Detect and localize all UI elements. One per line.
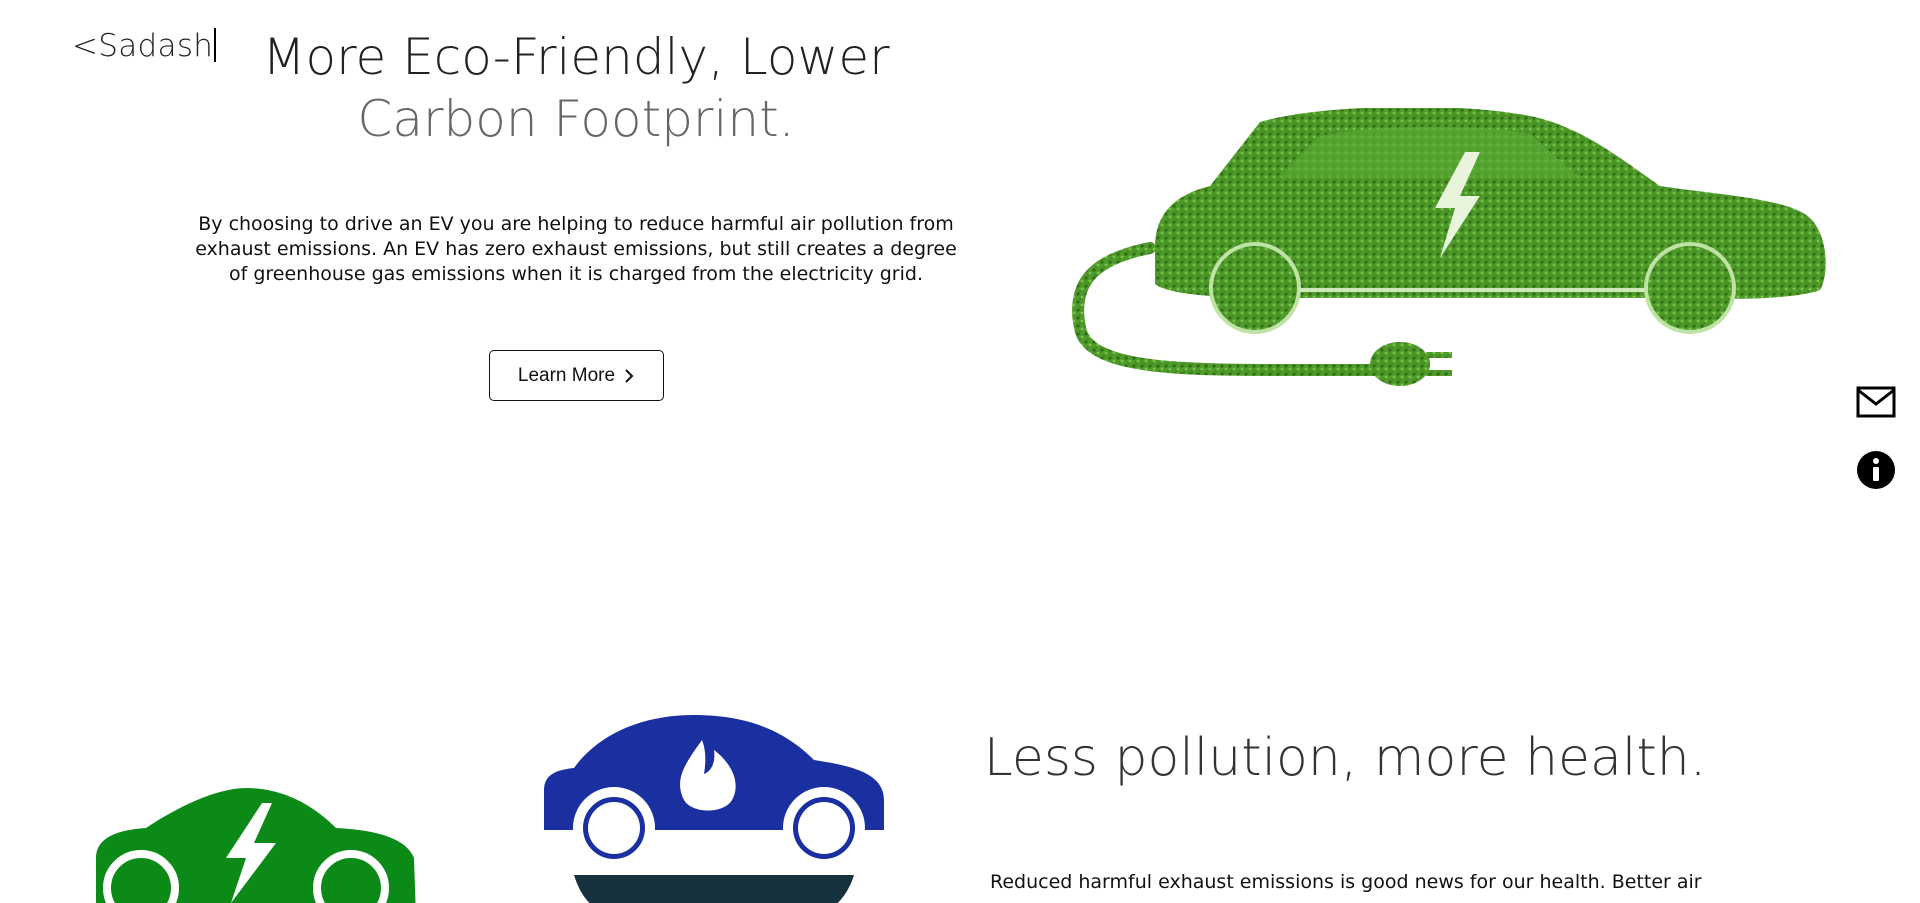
learn-more-label: Learn More: [517, 364, 616, 386]
learn-more-button[interactable]: Learn More: [489, 350, 664, 401]
hero-title-line1: More Eco-Friendly, Lower: [262, 28, 890, 86]
mail-icon[interactable]: [1856, 382, 1896, 422]
hero-title-line2: Carbon Footprint.: [357, 90, 795, 148]
page: <Sadash More Eco-Friendly, Lower Carbon …: [0, 0, 1920, 903]
grass-car-image: [1072, 108, 1826, 386]
chevron-right-icon: [625, 368, 634, 383]
electric-car-icon: [96, 788, 416, 903]
logo-text: <Sadash: [72, 28, 214, 64]
section2-description: Reduced harmful exhaust emissions is goo…: [990, 871, 1702, 893]
logo[interactable]: <Sadash: [72, 28, 217, 64]
hero-title: More Eco-Friendly, Lower Carbon Footprin…: [200, 26, 952, 150]
info-icon[interactable]: [1856, 450, 1896, 490]
hero-description: By choosing to drive an EV you are helpi…: [195, 213, 957, 285]
section2-title: Less pollution, more health.: [983, 728, 1707, 788]
gas-car-icon: [544, 715, 884, 903]
